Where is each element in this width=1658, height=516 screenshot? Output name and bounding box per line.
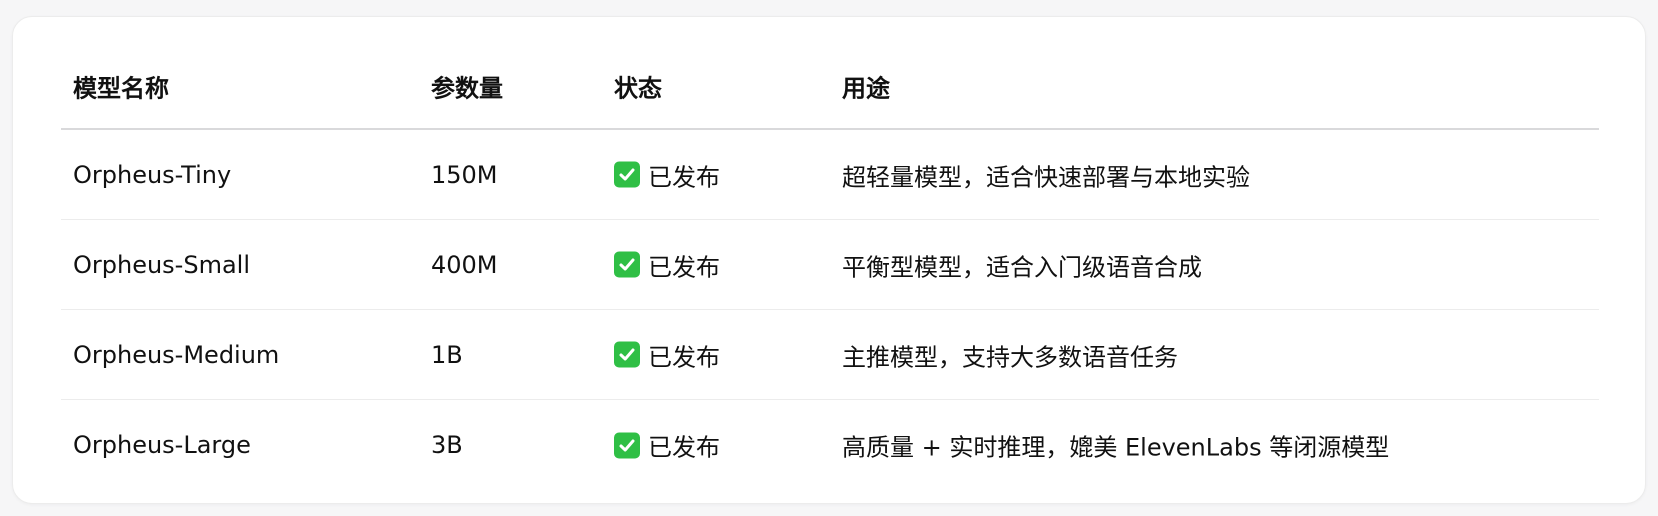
header-model-name: 模型名称 <box>73 74 169 103</box>
check-mark-button-icon <box>614 251 640 278</box>
model-status: 已发布 <box>614 247 720 282</box>
table-row: Orpheus-Medium 1B 已发布 主推模型，支持大多数语音任务 <box>61 310 1599 400</box>
model-status: 已发布 <box>614 337 720 372</box>
status-label: 已发布 <box>648 343 720 371</box>
model-status: 已发布 <box>614 428 720 463</box>
table-row: Orpheus-Small 400M 已发布 平衡型模型，适合入门级语音合成 <box>61 220 1599 310</box>
check-mark-button-icon <box>614 161 640 188</box>
table-row: Orpheus-Tiny 150M 已发布 超轻量模型，适合快速部署与本地实验 <box>61 130 1599 220</box>
model-table-card: 模型名称 参数量 状态 用途 Orpheus-Tiny 150M 已发布 超轻量… <box>12 16 1646 504</box>
model-use: 高质量 + 实时推理，媲美 ElevenLabs 等闭源模型 <box>842 433 1390 462</box>
model-name: Orpheus-Large <box>73 431 251 459</box>
model-use: 平衡型模型，适合入门级语音合成 <box>842 253 1202 281</box>
header-params: 参数量 <box>431 74 503 103</box>
model-name: Orpheus-Tiny <box>73 160 232 189</box>
model-table: 模型名称 参数量 状态 用途 Orpheus-Tiny 150M 已发布 超轻量… <box>61 17 1599 490</box>
check-mark-button-icon <box>614 432 640 458</box>
table-row: Orpheus-Large 3B 已发布 高质量 + 实时推理，媲美 Eleve… <box>61 400 1599 490</box>
model-name: Orpheus-Medium <box>73 340 280 369</box>
model-name: Orpheus-Small <box>73 250 250 279</box>
model-use: 超轻量模型，适合快速部署与本地实验 <box>842 163 1250 191</box>
model-use: 主推模型，支持大多数语音任务 <box>842 343 1178 371</box>
check-mark-button-icon <box>614 341 640 368</box>
model-params: 3B <box>431 431 463 459</box>
header-status: 状态 <box>614 74 662 103</box>
model-status: 已发布 <box>614 157 720 192</box>
header-use: 用途 <box>842 74 890 103</box>
model-params: 400M <box>431 250 498 279</box>
table-header-row: 模型名称 参数量 状态 用途 <box>61 17 1599 130</box>
model-params: 150M <box>431 160 498 189</box>
model-params: 1B <box>431 340 463 369</box>
status-label: 已发布 <box>648 253 720 281</box>
status-label: 已发布 <box>648 163 720 191</box>
status-label: 已发布 <box>648 433 720 462</box>
